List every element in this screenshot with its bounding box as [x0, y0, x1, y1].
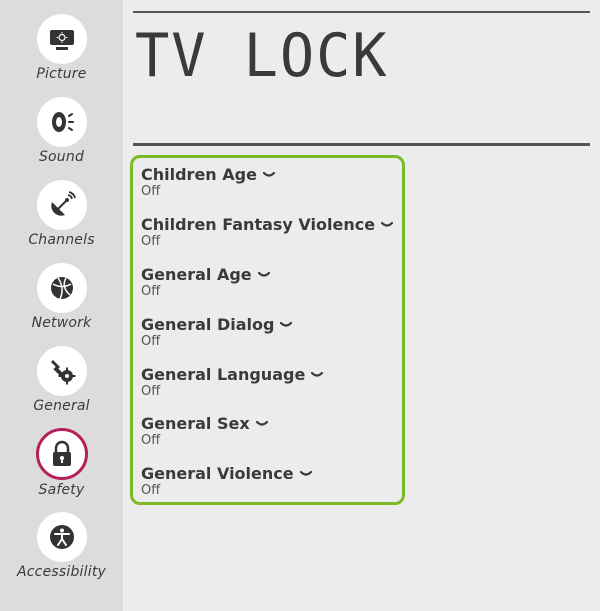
sidebar-item-label: Network	[31, 315, 92, 331]
sidebar-item-sound[interactable]: Sound	[0, 97, 123, 165]
channels-icon	[36, 180, 87, 230]
sidebar-item-accessibility[interactable]: Accessibility	[0, 512, 123, 580]
option-value: Off	[141, 483, 161, 498]
general-icon	[36, 346, 87, 396]
sidebar-item-safety[interactable]: Safety	[0, 428, 123, 498]
chevron-down-icon	[262, 171, 275, 177]
accessibility-icon	[36, 512, 87, 562]
sidebar-item-label: Safety	[38, 482, 85, 498]
chevron-down-icon	[311, 371, 324, 377]
option-general-violence[interactable]: General Violence Off	[141, 464, 312, 498]
sidebar-item-label: Sound	[38, 149, 85, 165]
sidebar-item-network[interactable]: Network	[0, 263, 123, 331]
option-general-age[interactable]: General Age Off	[141, 265, 270, 299]
chevron-down-icon	[381, 221, 394, 227]
sidebar-item-label: Picture	[36, 66, 87, 82]
main-panel: TV LOCK Children Age Off Children Fantas…	[123, 0, 600, 611]
options-highlight-box: Children Age Off Children Fantasy Violen…	[130, 155, 405, 505]
option-label: Children Age	[141, 165, 257, 184]
sidebar-item-label: Accessibility	[17, 564, 106, 580]
sidebar-item-general[interactable]: General	[0, 346, 123, 414]
option-children-age[interactable]: Children Age Off	[141, 165, 275, 199]
chevron-down-icon	[255, 420, 268, 426]
sidebar-item-channels[interactable]: Channels	[0, 180, 123, 248]
sidebar-item-picture[interactable]: Picture	[0, 14, 123, 82]
option-children-fantasy-violence[interactable]: Children Fantasy Violence Off	[141, 215, 394, 249]
sidebar-item-label: Channels	[28, 232, 95, 248]
option-label: Children Fantasy Violence	[141, 215, 376, 234]
divider	[133, 143, 590, 146]
option-value: Off	[141, 284, 161, 299]
network-icon	[36, 263, 87, 313]
lock-icon	[35, 428, 88, 480]
picture-icon	[36, 14, 87, 64]
sidebar-item-label: General	[33, 398, 90, 414]
option-value: Off	[141, 433, 161, 448]
option-value: Off	[141, 234, 161, 249]
page-title: TV LOCK	[135, 21, 389, 91]
option-general-dialog[interactable]: General Dialog Off	[141, 315, 293, 349]
option-label: General Language	[141, 365, 306, 384]
sound-icon	[36, 97, 87, 147]
option-general-sex[interactable]: General Sex Off	[141, 414, 268, 448]
option-value: Off	[141, 184, 161, 199]
option-general-language[interactable]: General Language Off	[141, 365, 324, 399]
option-label: General Sex	[141, 414, 250, 433]
chevron-down-icon	[299, 470, 312, 476]
chevron-down-icon	[257, 271, 270, 277]
option-label: General Violence	[141, 464, 294, 483]
divider	[133, 11, 590, 13]
option-value: Off	[141, 334, 161, 349]
option-value: Off	[141, 384, 161, 399]
chevron-down-icon	[280, 321, 293, 327]
sidebar: Picture Sound Channels Network General S…	[0, 0, 123, 611]
option-label: General Age	[141, 265, 252, 284]
option-label: General Dialog	[141, 315, 275, 334]
